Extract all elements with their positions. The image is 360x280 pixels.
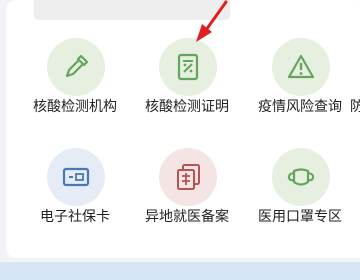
documents-icon — [177, 164, 200, 190]
tile-nucleic-test-certificate[interactable]: 核酸检测证明 — [127, 38, 247, 148]
tile-nucleic-testing-institution[interactable]: 核酸检测机构 — [15, 38, 135, 148]
certificate-icon-circle — [159, 38, 217, 96]
tile-label: 医用口罩专区 — [258, 209, 342, 225]
tile-label: 疫情风险查询 — [258, 99, 342, 115]
tile-label: 电子社保卡 — [40, 209, 110, 225]
warning-icon-circle — [272, 38, 330, 96]
tile-electronic-social-security-card[interactable]: 电子社保卡 — [15, 148, 135, 258]
bottom-banner-strip — [0, 262, 360, 280]
warning-icon — [287, 54, 315, 79]
tile-label: 异地就医备案 — [145, 209, 229, 225]
tile-partial[interactable]: 防 — [350, 38, 360, 148]
tile-label: 核酸检测机构 — [33, 99, 117, 115]
certificate-icon — [177, 53, 199, 81]
id-card-icon-circle — [47, 148, 105, 206]
tile-remote-medical-filing[interactable]: 异地就医备案 — [127, 148, 247, 258]
tile-label: 防 — [350, 99, 360, 115]
annotation-arrow-icon — [196, 0, 228, 42]
dropper-icon — [65, 54, 89, 78]
id-card-icon — [62, 167, 90, 187]
documents-icon-circle — [159, 148, 217, 206]
tile-risk-area-query[interactable]: 疫情风险查询 — [240, 38, 360, 148]
mask-icon — [287, 168, 315, 186]
tile-medical-mask-zone[interactable]: 医用口罩专区 — [240, 148, 360, 258]
dropper-icon-circle — [47, 38, 105, 96]
tile-label: 核酸检测证明 — [145, 99, 229, 115]
mask-icon-circle — [272, 148, 330, 206]
